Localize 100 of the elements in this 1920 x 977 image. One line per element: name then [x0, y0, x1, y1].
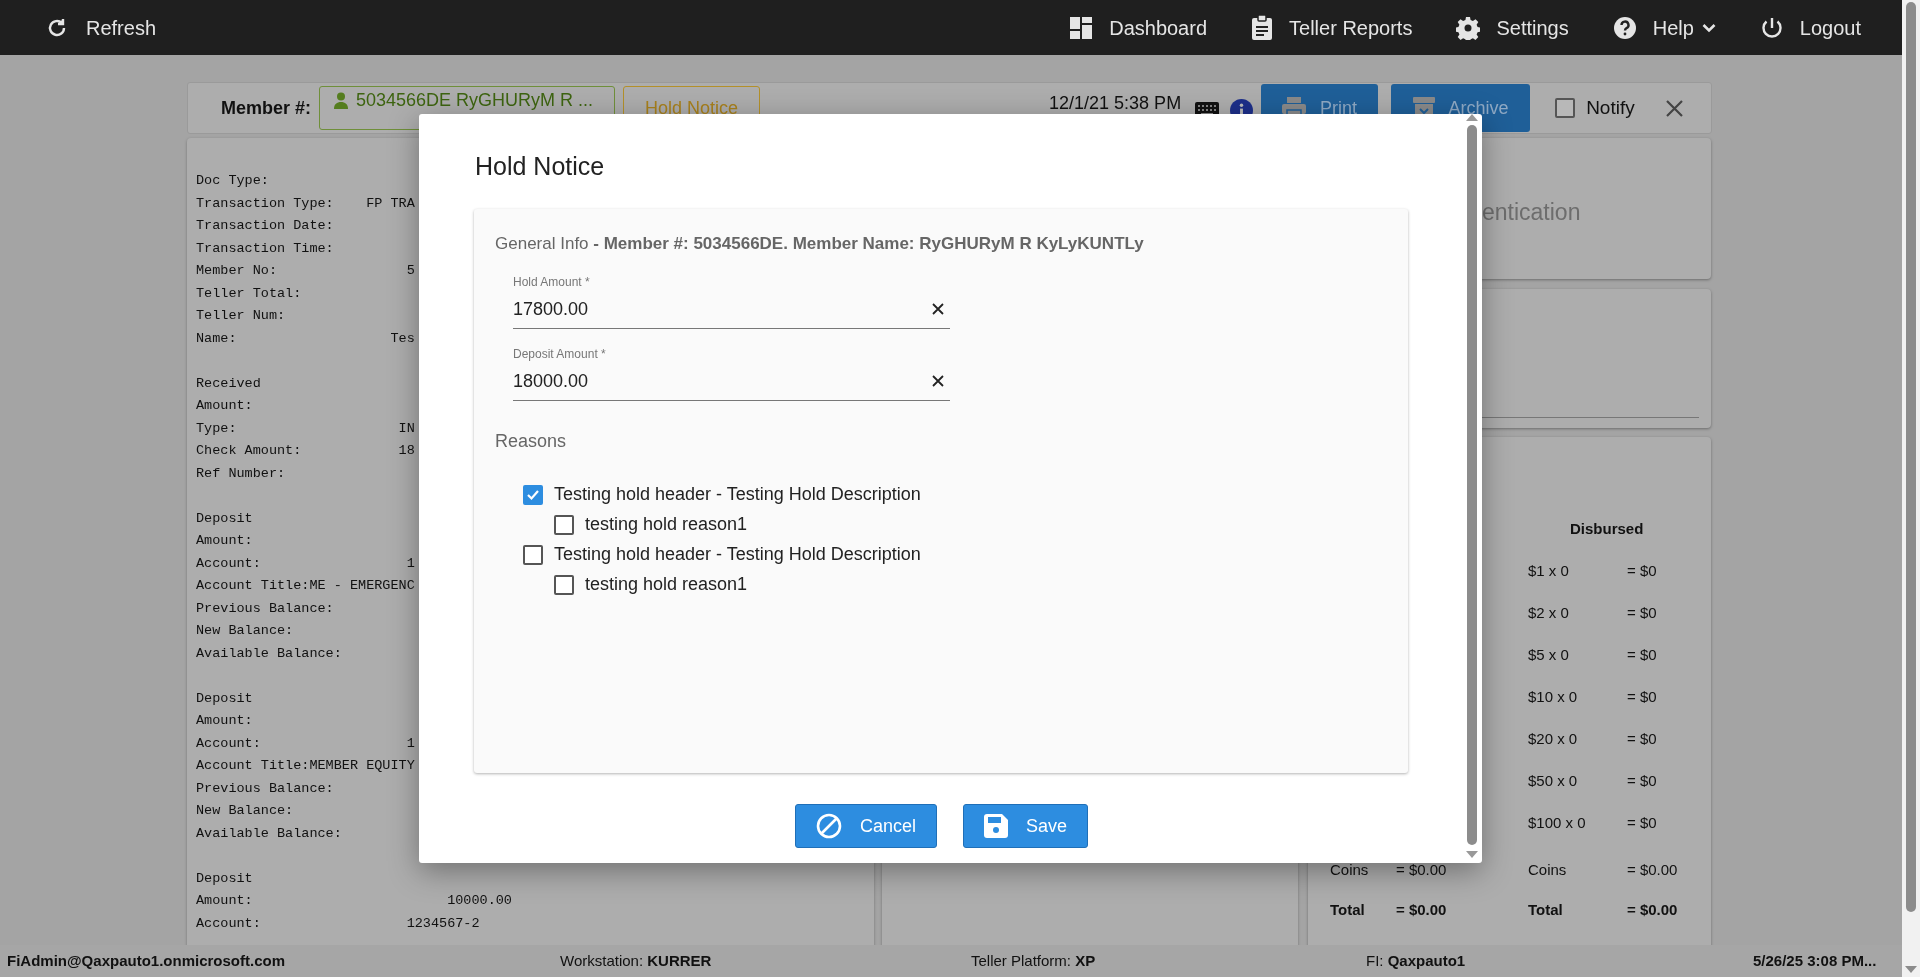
receipt-line: Amount:	[196, 712, 253, 730]
denomination: $5 x 0	[1528, 645, 1569, 663]
amount-field[interactable]: Deposit Amount * 18000.00	[513, 342, 950, 401]
cancel-button[interactable]: Cancel	[794, 804, 937, 848]
amount: = $0	[1627, 603, 1657, 621]
receipt-line: Name: Tes	[196, 329, 415, 348]
amount: = $0	[1627, 729, 1657, 747]
status-item: Teller Platform: XP	[971, 950, 1096, 971]
scroll-down-icon[interactable]	[1466, 851, 1478, 858]
denomination: $2 x 0	[1528, 603, 1569, 621]
notify-label: Notify	[1586, 95, 1635, 120]
field-label: Hold Amount *	[513, 273, 590, 291]
scroll-down-icon[interactable]	[1905, 966, 1917, 973]
receipt-line: Account: 1	[196, 734, 415, 753]
summary-label: Total	[1330, 900, 1365, 918]
receipt-line: Amount:	[196, 532, 253, 550]
user-email: FiAdmin@Qaxpauto1.onmicrosoft.com	[7, 950, 285, 971]
receipt-line: Transaction Date:	[196, 217, 334, 235]
nav-link[interactable]: Logout	[1759, 12, 1861, 43]
receipt-line: Deposit	[196, 509, 253, 528]
field-label: Deposit Amount *	[513, 345, 606, 363]
amount: = $0	[1627, 771, 1657, 789]
receipt-line: Check Amount: 18	[196, 442, 415, 460]
help-icon	[1612, 15, 1637, 40]
receipt-line: Account: 1	[196, 554, 415, 573]
section-title: Reasons	[495, 430, 567, 451]
card-title: entication	[1482, 199, 1581, 225]
receipt-line: Teller Num:	[196, 307, 286, 325]
receipt-line: Previous Balance:	[196, 779, 334, 798]
receipt-line: Amount: 10000.00	[196, 892, 512, 910]
clipboard-icon	[1251, 14, 1274, 41]
summary-amount: = $0.00	[1396, 900, 1447, 918]
clear-icon[interactable]	[932, 375, 944, 387]
clear-icon[interactable]	[932, 303, 944, 315]
summary-amount: = $0.00	[1627, 860, 1678, 878]
checkbox[interactable]	[554, 514, 574, 535]
ban-icon	[815, 813, 842, 839]
scroll-up-icon[interactable]	[1466, 114, 1478, 121]
receipt-line: Doc Type:	[196, 172, 269, 190]
summary-label: Total	[1528, 900, 1563, 918]
receipt-line: Teller Total:	[196, 284, 302, 303]
member-label: Member #:	[221, 96, 312, 120]
receipt-line: Available Balance:	[196, 824, 342, 843]
receipt-line: New Balance:	[196, 622, 294, 640]
amount-field[interactable]: Hold Amount * 17800.00	[513, 270, 950, 329]
denomination: $50 x 0	[1528, 771, 1578, 789]
denomination: $100 x 0	[1528, 813, 1586, 831]
status-time: 5/26/25 3:08 PM...	[1753, 950, 1877, 971]
summary-amount: = $0.00	[1396, 860, 1447, 878]
checkbox[interactable]	[523, 484, 543, 505]
refresh-link[interactable]: Refresh	[45, 12, 157, 43]
summary-amount: = $0.00	[1627, 900, 1678, 918]
scrollbar-thumb[interactable]	[1906, 2, 1916, 912]
nav-link[interactable]: Settings	[1456, 12, 1569, 43]
reason-label: testing hold reason1	[585, 573, 748, 596]
receipt-line: Amount:	[196, 397, 253, 415]
denomination: $1 x 0	[1528, 561, 1569, 579]
receipt-line: Deposit	[196, 869, 253, 888]
checkbox[interactable]	[523, 544, 543, 565]
power-icon	[1759, 15, 1784, 40]
summary-label: Coins	[1330, 860, 1369, 878]
receipt-line: Previous Balance:	[196, 599, 334, 618]
denomination: $20 x 0	[1528, 729, 1578, 747]
status-item: FI: Qaxpauto1	[1366, 950, 1466, 971]
receipt-line: Account Title:MEMBER EQUITY	[196, 757, 415, 775]
receipt-line: Member No: 5	[196, 262, 415, 280]
dialog-title: Hold Notice	[475, 152, 605, 180]
amount: = $0	[1627, 645, 1657, 663]
checkbox[interactable]	[554, 574, 574, 595]
receipt-line: New Balance:	[196, 802, 294, 820]
nav-link[interactable]: Teller Reports	[1251, 12, 1413, 43]
receipt-line: Received	[196, 374, 261, 393]
scrollbar-thumb[interactable]	[1467, 125, 1477, 845]
save-button[interactable]: Save	[963, 804, 1089, 848]
general-info: General Info - Member #: 5034566DE. Member Name: RyGHURyM R KyLyKUNTLy	[495, 233, 1144, 255]
amount: = $0	[1627, 813, 1657, 831]
receipt-line: Available Balance:	[196, 644, 342, 663]
reason-label: Testing hold header - Testing Hold Description	[554, 543, 921, 566]
receipt-line: Account Title:ME - EMERGENC	[196, 577, 415, 595]
amount: = $0	[1627, 561, 1657, 579]
save-icon	[984, 814, 1008, 838]
nav-link[interactable]: Dashboard	[1069, 12, 1208, 43]
receipt-line: Transaction Type: FP TRA	[196, 194, 415, 213]
summary-label: Coins	[1528, 860, 1567, 878]
field-value: 17800.00	[513, 297, 589, 321]
close-icon[interactable]	[1665, 99, 1683, 117]
date-time: 12/1/21 5:38 PM	[1049, 91, 1182, 115]
field-value: 18000.00	[513, 369, 589, 393]
amount: = $0	[1627, 687, 1657, 705]
person-icon	[334, 91, 349, 109]
receipt-line: Type: IN	[196, 419, 415, 438]
receipt-line: Deposit	[196, 689, 253, 708]
nav-link[interactable]: Help	[1612, 12, 1716, 43]
reason-label: Testing hold header - Testing Hold Description	[554, 483, 921, 506]
notify-checkbox[interactable]	[1555, 98, 1576, 118]
reason-label: testing hold reason1	[585, 513, 748, 536]
receipt-line: Account: 1234567-2	[196, 914, 480, 933]
dashboard-icon	[1069, 15, 1094, 40]
denomination: $10 x 0	[1528, 687, 1578, 705]
status-item: Workstation: KURRER	[560, 950, 712, 971]
